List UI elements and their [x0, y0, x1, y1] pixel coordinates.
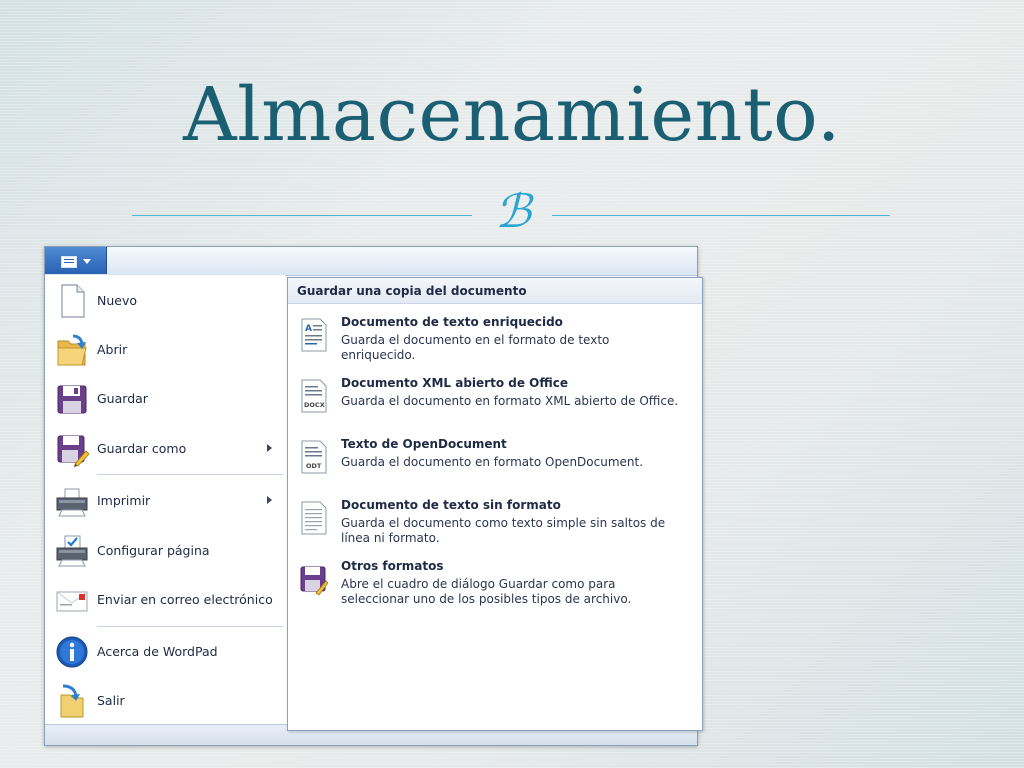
email-envelope-icon — [56, 591, 88, 612]
option-other-formats[interactable]: Otros formatos Abre el cuadro de diálogo… — [288, 558, 702, 616]
page-setup-icon — [56, 535, 88, 567]
menu-item-exit[interactable]: Salir — [45, 677, 285, 725]
option-title: Documento de texto sin formato — [341, 498, 561, 512]
option-plain-text[interactable]: Documento de texto sin formato Guarda el… — [288, 497, 702, 555]
rtf-document-icon: A — [301, 318, 327, 352]
menu-item-label: Enviar en correo electrónico — [97, 592, 273, 607]
save-as-icon — [57, 435, 89, 467]
menu-item-label: Abrir — [97, 342, 128, 357]
odt-badge: ODT — [306, 462, 322, 470]
option-opendocument[interactable]: ODT Texto de OpenDocument Guarda el docu… — [288, 436, 702, 494]
application-menu: Nuevo Abrir Guardar Guardar como Imprimi… — [45, 275, 285, 725]
submenu-header: Guardar una copia del documento — [288, 278, 702, 304]
menu-item-save[interactable]: Guardar — [45, 375, 285, 423]
menu-item-new[interactable]: Nuevo — [45, 277, 285, 325]
docx-badge: DOCX — [304, 401, 325, 409]
menu-item-label: Guardar como — [97, 441, 187, 456]
dropdown-arrow-icon — [83, 259, 91, 264]
option-description: Guarda el documento en el formato de tex… — [341, 333, 610, 362]
menu-separator — [97, 474, 283, 475]
menu-item-label: Configurar página — [97, 543, 210, 558]
menu-item-label: Guardar — [97, 391, 148, 406]
option-description: Guarda el documento como texto simple si… — [341, 516, 666, 545]
other-formats-icon — [300, 566, 328, 596]
svg-text:A: A — [305, 324, 312, 334]
menu-item-label: Acerca de WordPad — [97, 644, 218, 659]
title-divider-right — [552, 215, 890, 216]
plain-text-document-icon — [301, 501, 327, 535]
menu-item-page-setup[interactable]: Configurar página — [45, 527, 285, 575]
title-divider-left — [132, 215, 472, 216]
option-rich-text[interactable]: A Documento de texto enriquecido Guarda … — [288, 314, 702, 372]
slide-title: Almacenamiento. — [183, 72, 841, 158]
menu-item-about[interactable]: Acerca de WordPad — [45, 628, 285, 676]
option-title: Otros formatos — [341, 559, 444, 573]
new-document-icon — [61, 284, 85, 318]
menu-item-open[interactable]: Abrir — [45, 326, 285, 374]
option-description: Guarda el documento en formato XML abier… — [341, 394, 679, 408]
menu-item-send-email[interactable]: Enviar en correo electrónico — [45, 576, 285, 624]
ribbon-strip — [45, 247, 697, 276]
info-icon — [56, 636, 88, 668]
menu-item-print[interactable]: Imprimir — [45, 477, 285, 525]
option-description: Abre el cuadro de diálogo Guardar como p… — [341, 577, 632, 606]
submenu-arrow-icon — [267, 496, 272, 504]
printer-icon — [56, 488, 88, 517]
save-floppy-icon — [57, 385, 87, 414]
option-office-xml[interactable]: DOCX Documento XML abierto de Office Gua… — [288, 375, 702, 433]
odt-document-icon: ODT — [301, 440, 327, 474]
option-title: Texto de OpenDocument — [341, 437, 507, 451]
save-as-submenu: Guardar una copia del documento A Docume… — [287, 277, 703, 731]
ornament-glyph: ℬ — [494, 184, 532, 238]
option-description: Guarda el documento en formato OpenDocum… — [341, 455, 644, 469]
menu-separator — [97, 626, 283, 627]
menu-item-label: Imprimir — [97, 493, 151, 508]
submenu-arrow-icon — [267, 444, 272, 452]
menu-item-label: Nuevo — [97, 293, 138, 308]
exit-icon — [60, 684, 84, 718]
menu-item-label: Salir — [97, 693, 125, 708]
open-folder-icon — [57, 334, 87, 366]
option-title: Documento de texto enriquecido — [341, 315, 563, 329]
menu-item-save-as[interactable]: Guardar como — [45, 425, 285, 473]
docx-document-icon: DOCX — [301, 379, 327, 413]
application-menu-button[interactable] — [45, 247, 107, 274]
document-menu-icon — [61, 256, 77, 268]
option-title: Documento XML abierto de Office — [341, 376, 568, 390]
